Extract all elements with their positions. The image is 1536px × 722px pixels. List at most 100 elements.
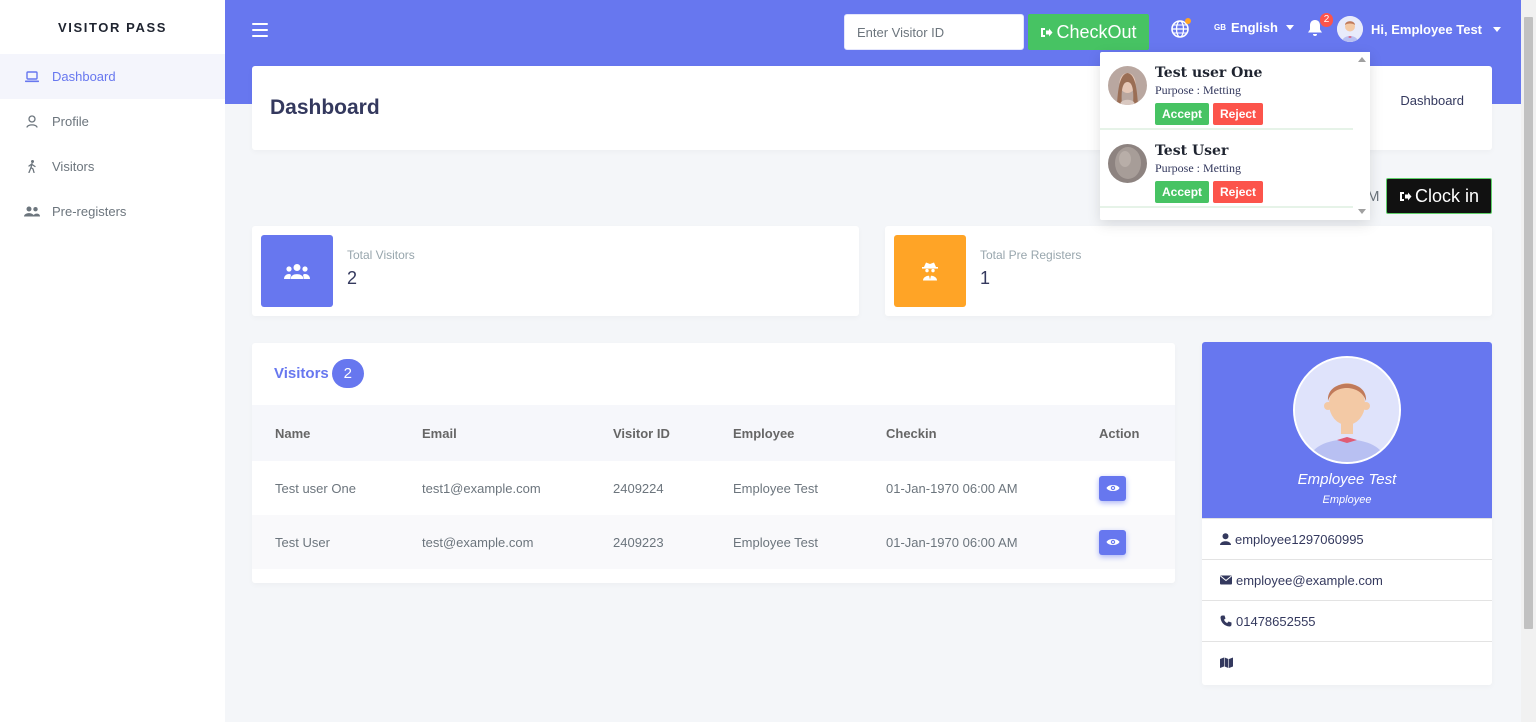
globe-icon[interactable]	[1171, 18, 1191, 38]
profile-address-row	[1202, 641, 1492, 682]
stat-value: 2	[347, 268, 358, 288]
profile-header: Employee Test Employee	[1202, 342, 1492, 518]
breadcrumb[interactable]: Dashboard	[1400, 93, 1464, 108]
status-dot	[1185, 18, 1191, 24]
chevron-down-icon	[1285, 25, 1294, 30]
cell-visitor-id: 2409223	[613, 534, 664, 550]
visitors-card: Visitors 2 Name Email Visitor ID Employe…	[252, 343, 1175, 583]
sidebar: VISITOR PASS Dashboard Profile Visitors …	[0, 0, 225, 722]
notifications-dropdown[interactable]: Test user One Purpose : Metting Accept R…	[1100, 52, 1370, 220]
flag-icon: GB	[1214, 23, 1226, 32]
profile-email-row: employee@example.com	[1202, 559, 1492, 600]
profile-role: Employee	[1322, 494, 1372, 506]
table-row: Test User test@example.com 2409223 Emplo…	[252, 515, 1175, 569]
notification-purpose: Purpose : Metting	[1155, 161, 1241, 175]
laptop-icon	[24, 69, 40, 85]
walking-icon	[24, 159, 40, 175]
checkout-button[interactable]: CheckOut	[1028, 14, 1149, 50]
column-header-email: Email	[422, 425, 457, 441]
sidebar-item-label: Pre-registers	[52, 204, 127, 219]
page-scrollbar[interactable]	[1521, 0, 1536, 722]
stat-card-total-pre-registers: Total Pre Registers 1	[885, 226, 1492, 316]
user-dropdown[interactable]: Hi, Employee Test	[1337, 16, 1502, 42]
avatar	[1108, 144, 1147, 183]
stat-label: Total Pre Registers	[980, 248, 1082, 262]
map-icon	[1220, 657, 1233, 668]
column-header-employee: Employee	[733, 425, 795, 441]
avatar	[1293, 356, 1401, 464]
sign-in-icon	[1399, 186, 1412, 207]
visitors-count-badge: 2	[331, 359, 364, 388]
notification-badge: 2	[1320, 13, 1333, 27]
profile-card: Employee Test Employee employee129706099…	[1202, 342, 1492, 685]
sidebar-item-profile[interactable]: Profile	[0, 99, 225, 144]
column-header-name: Name	[275, 425, 311, 441]
cell-visitor-id: 2409224	[613, 480, 664, 496]
accept-button[interactable]: Accept	[1155, 103, 1210, 125]
cell-employee: Employee Test	[733, 480, 819, 496]
cell-name: Test User	[275, 534, 330, 550]
notification-actions: Accept Reject	[1155, 103, 1264, 125]
scroll-up-icon[interactable]	[1358, 57, 1366, 62]
eye-icon	[1106, 485, 1119, 491]
profile-phone: 01478652555	[1236, 613, 1316, 629]
sign-out-icon	[1040, 22, 1053, 43]
visitors-header: Visitors 2	[274, 359, 364, 388]
eye-icon	[1106, 539, 1119, 545]
user-icon	[24, 114, 40, 130]
stat-card-total-visitors: Total Visitors 2	[252, 226, 859, 316]
menu-toggle-icon[interactable]	[252, 23, 268, 37]
profile-phone-row: 01478652555	[1202, 600, 1492, 641]
notification-name: Test user One	[1155, 65, 1263, 81]
notification-actions: Accept Reject	[1155, 181, 1264, 203]
reject-button[interactable]: Reject	[1213, 181, 1264, 203]
view-button[interactable]	[1099, 475, 1126, 501]
language-label: English	[1231, 20, 1278, 35]
user-greeting: Hi, Employee Test	[1371, 21, 1483, 37]
sidebar-item-dashboard[interactable]: Dashboard	[0, 54, 225, 99]
scroll-down-icon[interactable]	[1358, 209, 1366, 214]
notification-purpose: Purpose : Metting	[1155, 83, 1241, 97]
table-header-row: Name Email Visitor ID Employee Checkin A…	[252, 405, 1175, 461]
cell-name: Test user One	[275, 480, 356, 496]
user-icon	[1220, 533, 1231, 545]
reject-button[interactable]: Reject	[1213, 103, 1264, 125]
sidebar-item-pre-registers[interactable]: Pre-registers	[0, 189, 225, 234]
avatar	[1108, 66, 1147, 105]
visitor-id-input[interactable]	[844, 14, 1024, 50]
cell-checkin: 01-Jan-1970 06:00 AM	[886, 534, 1018, 550]
column-header-checkin: Checkin	[886, 425, 937, 441]
table-row: Test user One test1@example.com 2409224 …	[252, 461, 1175, 515]
profile-username-row: employee1297060995	[1202, 518, 1492, 559]
brand-logo[interactable]: VISITOR PASS	[0, 0, 225, 54]
visitors-table: Name Email Visitor ID Employee Checkin A…	[252, 405, 1175, 569]
clock-in-label: Clock in	[1414, 185, 1480, 206]
cell-employee: Employee Test	[733, 534, 819, 550]
avatar	[1337, 16, 1363, 42]
view-button[interactable]	[1099, 529, 1126, 555]
clock-in-button[interactable]: Clock in	[1386, 178, 1492, 214]
user-secret-icon	[894, 235, 966, 307]
phone-icon	[1220, 615, 1232, 627]
checkout-label: CheckOut	[1056, 21, 1137, 42]
sidebar-item-visitors[interactable]: Visitors	[0, 144, 225, 189]
column-header-visitor-id: Visitor ID	[613, 425, 670, 441]
language-dropdown[interactable]: GB English	[1214, 20, 1294, 35]
cell-checkin: 01-Jan-1970 06:00 AM	[886, 480, 1018, 496]
sidebar-item-label: Visitors	[52, 159, 95, 174]
notification-item: Test user One Purpose : Metting Accept R…	[1100, 52, 1353, 130]
cell-action	[1076, 461, 1175, 515]
column-header-action: Action	[1099, 425, 1140, 441]
scrollbar-thumb[interactable]	[1524, 17, 1533, 629]
dropdown-scrollbar[interactable]	[1354, 52, 1370, 220]
cell-email: test1@example.com	[422, 480, 541, 496]
cell-action	[1076, 515, 1175, 569]
profile-email: employee@example.com	[1236, 572, 1383, 588]
accept-button[interactable]: Accept	[1155, 181, 1210, 203]
visitors-title[interactable]: Visitors	[274, 365, 329, 382]
stat-label: Total Visitors	[347, 248, 415, 262]
chevron-down-icon	[1493, 26, 1502, 32]
cell-email: test@example.com	[422, 534, 534, 550]
profile-name: Employee Test	[1297, 471, 1397, 488]
page-title: Dashboard	[270, 96, 380, 119]
